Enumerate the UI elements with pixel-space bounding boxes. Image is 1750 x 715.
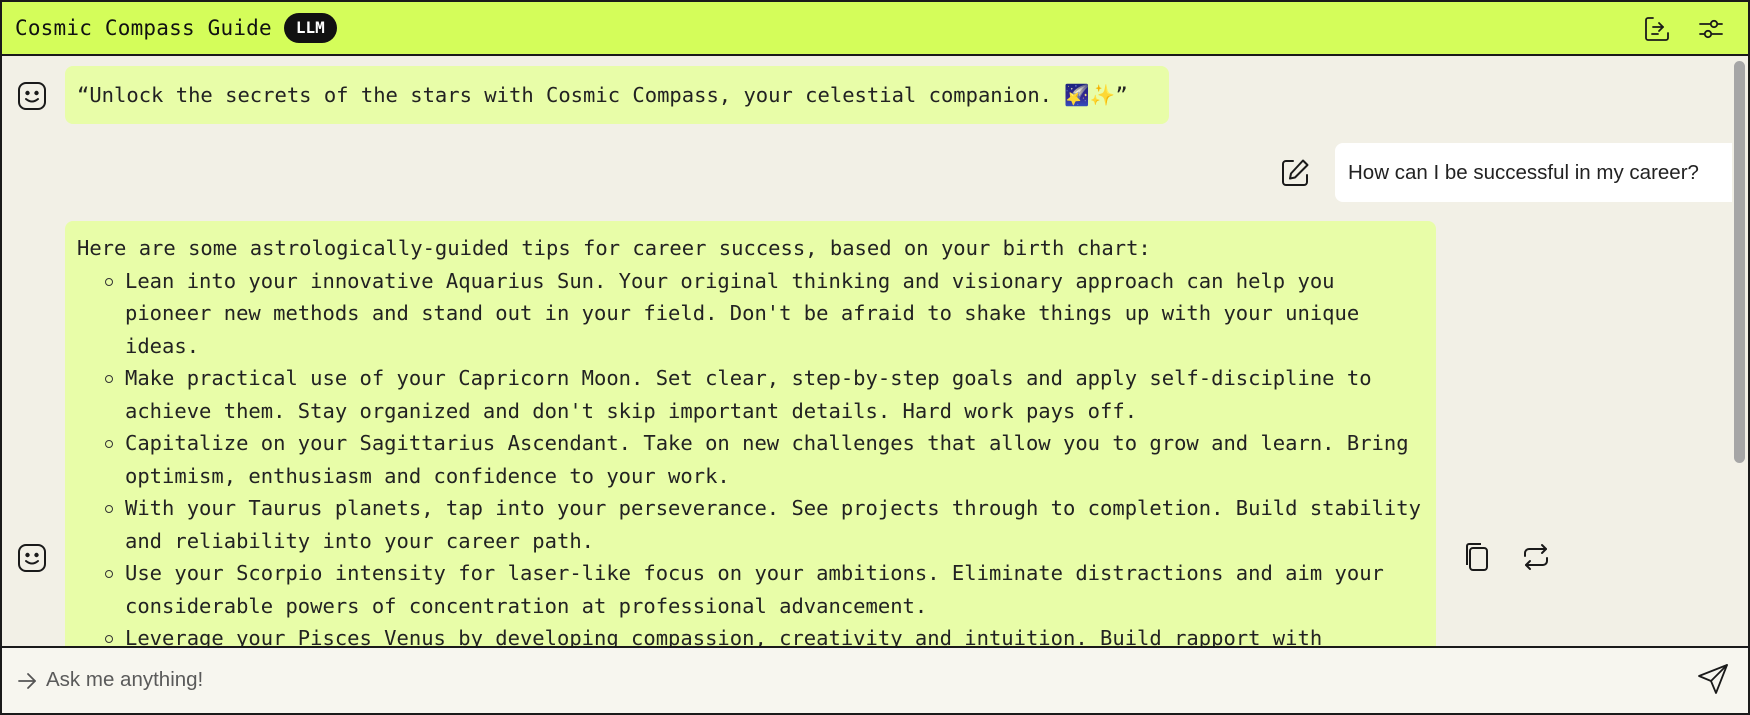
smiley-avatar-icon (18, 82, 46, 110)
send-icon[interactable] (1696, 662, 1730, 696)
list-item: With your Taurus planets, tap into your … (105, 492, 1424, 557)
app-header: Cosmic Compass Guide LLM (2, 2, 1748, 56)
chat-scrollbar[interactable] (1732, 58, 1746, 646)
list-item: Capitalize on your Sagittarius Ascendant… (105, 427, 1424, 492)
regenerate-icon[interactable] (1520, 541, 1552, 573)
arrow-right-icon (18, 673, 36, 689)
smiley-avatar-icon (18, 544, 46, 572)
copy-icon[interactable] (1461, 541, 1493, 573)
list-item: Leverage your Pisces Venus by developing… (105, 622, 1424, 646)
list-item: Use your Scorpio intensity for laser-lik… (105, 557, 1424, 622)
answer-intro: Here are some astrologically-guided tips… (77, 236, 1151, 260)
list-item: Lean into your innovative Aquarius Sun. … (105, 265, 1424, 363)
greeting-message: “Unlock the secrets of the stars with Co… (65, 66, 1169, 124)
input-bar (2, 646, 1748, 713)
user-message: How can I be successful in my career? (1335, 143, 1745, 202)
scrollbar-thumb[interactable] (1734, 61, 1745, 463)
list-item: Make practical use of your Capricorn Moo… (105, 362, 1424, 427)
chat-history[interactable]: “Unlock the secrets of the stars with Co… (2, 58, 1746, 646)
share-chat-icon (1645, 17, 1669, 41)
edit-message-icon[interactable] (1279, 157, 1311, 189)
app-title: Cosmic Compass Guide (15, 16, 272, 40)
settings-button[interactable] (1694, 12, 1728, 46)
tips-list: Lean into your innovative Aquarius Sun. … (77, 265, 1424, 646)
llm-badge: LLM (283, 13, 337, 43)
sliders-settings-icon (1699, 19, 1723, 39)
chat-input[interactable] (46, 660, 1676, 700)
assistant-answer: Here are some astrologically-guided tips… (65, 221, 1436, 646)
chat-app-window: Cosmic Compass Guide LLM “Unlock the sec… (0, 0, 1750, 715)
share-chat-button[interactable] (1640, 12, 1674, 46)
